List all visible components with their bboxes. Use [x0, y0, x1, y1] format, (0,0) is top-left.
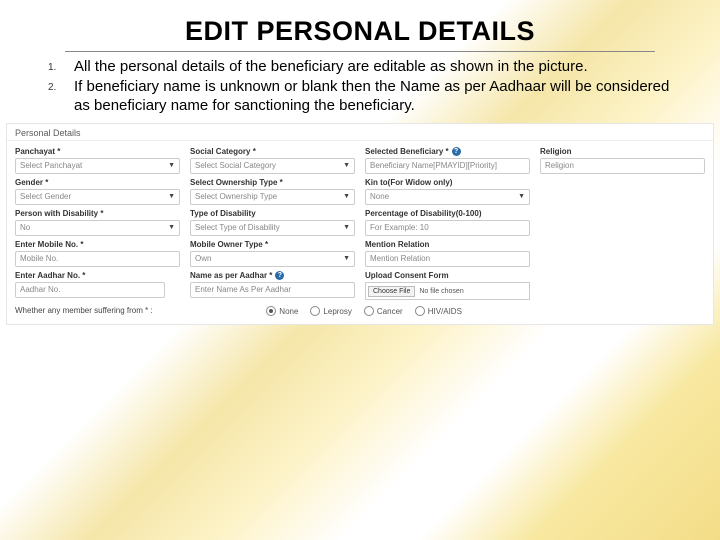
list-item: 2. If beneficiary name is unknown or bla… — [48, 78, 688, 116]
list-number: 1. — [48, 58, 74, 73]
gender-select[interactable]: Select Gender ▼ — [15, 189, 180, 205]
radio-icon — [415, 306, 425, 316]
chevron-down-icon: ▼ — [168, 190, 175, 204]
field-placeholder: Select Panchayat — [20, 159, 82, 173]
social-category-select[interactable]: Select Social Category ▼ — [190, 158, 355, 174]
disability-label: Person with Disability * — [15, 209, 180, 218]
kin-label: Kin to(For Widow only) — [365, 178, 530, 187]
religion-input[interactable]: Religion — [540, 158, 705, 174]
form-panel: Personal Details Panchayat * Select Panc… — [6, 123, 714, 325]
mobile-owner-label: Mobile Owner Type * — [190, 240, 355, 249]
field-placeholder: Enter Name As Per Aadhar — [195, 283, 291, 297]
title-underline — [65, 51, 655, 52]
radio-label: Cancer — [377, 307, 403, 316]
intro-list: 1. All the personal details of the benef… — [48, 58, 688, 115]
disability-pct-label: Percentage of Disability(0-100) — [365, 209, 530, 218]
radio-hiv[interactable]: HIV/AIDS — [415, 306, 462, 316]
disability-type-label: Type of Disability — [190, 209, 355, 218]
aadhar-label: Enter Aadhar No. * — [15, 271, 180, 280]
page-title: EDIT PERSONAL DETAILS — [0, 0, 720, 51]
radio-icon — [266, 306, 276, 316]
suffering-radio-group: None Leprosy Cancer HIV/AIDS — [266, 306, 705, 316]
chevron-down-icon: ▼ — [168, 159, 175, 173]
list-text: All the personal details of the benefici… — [74, 58, 688, 77]
chevron-down-icon: ▼ — [168, 221, 175, 235]
field-placeholder: Aadhar No. — [20, 283, 60, 297]
ownership-label: Select Ownership Type * — [190, 178, 355, 187]
chevron-down-icon: ▼ — [343, 221, 350, 235]
form-header: Personal Details — [7, 124, 713, 141]
field-placeholder: Select Gender — [20, 190, 71, 204]
suffering-label: Whether any member suffering from * : — [15, 306, 256, 315]
field-placeholder: Mobile No. — [20, 252, 58, 266]
field-placeholder: Select Type of Disability — [195, 221, 280, 235]
chevron-down-icon: ▼ — [343, 252, 350, 266]
field-placeholder: Own — [195, 252, 211, 266]
aadhar-name-label: Name as per Aadhar * ? — [190, 271, 355, 280]
beneficiary-label: Selected Beneficiary * ? — [365, 147, 530, 156]
field-placeholder: Religion — [545, 159, 574, 173]
mobile-label: Enter Mobile No. * — [15, 240, 180, 249]
radio-icon — [364, 306, 374, 316]
mobile-input[interactable]: Mobile No. — [15, 251, 180, 267]
field-placeholder: Select Social Category — [195, 159, 276, 173]
relation-input[interactable]: Mention Relation — [365, 251, 530, 267]
gender-label: Gender * — [15, 178, 180, 187]
kin-select[interactable]: None ▼ — [365, 189, 530, 205]
radio-label: Leprosy — [323, 307, 351, 316]
chevron-down-icon: ▼ — [343, 159, 350, 173]
field-placeholder: No — [20, 221, 30, 235]
chevron-down-icon: ▼ — [343, 190, 350, 204]
mobile-owner-select[interactable]: Own ▼ — [190, 251, 355, 267]
radio-none[interactable]: None — [266, 306, 298, 316]
file-chosen-text: No file chosen — [419, 288, 463, 295]
info-icon[interactable]: ? — [452, 147, 461, 156]
relation-label: Mention Relation — [365, 240, 530, 249]
list-item: 1. All the personal details of the benef… — [48, 58, 688, 77]
upload-consent-file[interactable]: Choose File No file chosen — [365, 282, 530, 300]
list-number: 2. — [48, 78, 74, 93]
choose-file-button[interactable]: Choose File — [368, 286, 415, 297]
radio-label: HIV/AIDS — [428, 307, 462, 316]
aadhar-input[interactable]: Aadhar No. — [15, 282, 165, 298]
panchayat-label: Panchayat * — [15, 147, 180, 156]
upload-label: Upload Consent Form — [365, 271, 530, 280]
religion-label: Religion — [540, 147, 705, 156]
field-placeholder: Mention Relation — [370, 252, 430, 266]
field-placeholder: Beneficiary Name[PMAYID][Priority] — [370, 159, 497, 173]
radio-icon — [310, 306, 320, 316]
ownership-select[interactable]: Select Ownership Type ▼ — [190, 189, 355, 205]
field-placeholder: None — [370, 190, 389, 204]
field-placeholder: For Example: 10 — [370, 221, 429, 235]
radio-cancer[interactable]: Cancer — [364, 306, 403, 316]
disability-pct-input[interactable]: For Example: 10 — [365, 220, 530, 236]
radio-leprosy[interactable]: Leprosy — [310, 306, 351, 316]
panchayat-select[interactable]: Select Panchayat ▼ — [15, 158, 180, 174]
beneficiary-input[interactable]: Beneficiary Name[PMAYID][Priority] — [365, 158, 530, 174]
social-category-label: Social Category * — [190, 147, 355, 156]
disability-type-select[interactable]: Select Type of Disability ▼ — [190, 220, 355, 236]
radio-label: None — [279, 307, 298, 316]
disability-select[interactable]: No ▼ — [15, 220, 180, 236]
field-placeholder: Select Ownership Type — [195, 190, 277, 204]
chevron-down-icon: ▼ — [518, 190, 525, 204]
info-icon[interactable]: ? — [275, 271, 284, 280]
aadhar-name-input[interactable]: Enter Name As Per Aadhar — [190, 282, 355, 298]
list-text: If beneficiary name is unknown or blank … — [74, 78, 688, 116]
